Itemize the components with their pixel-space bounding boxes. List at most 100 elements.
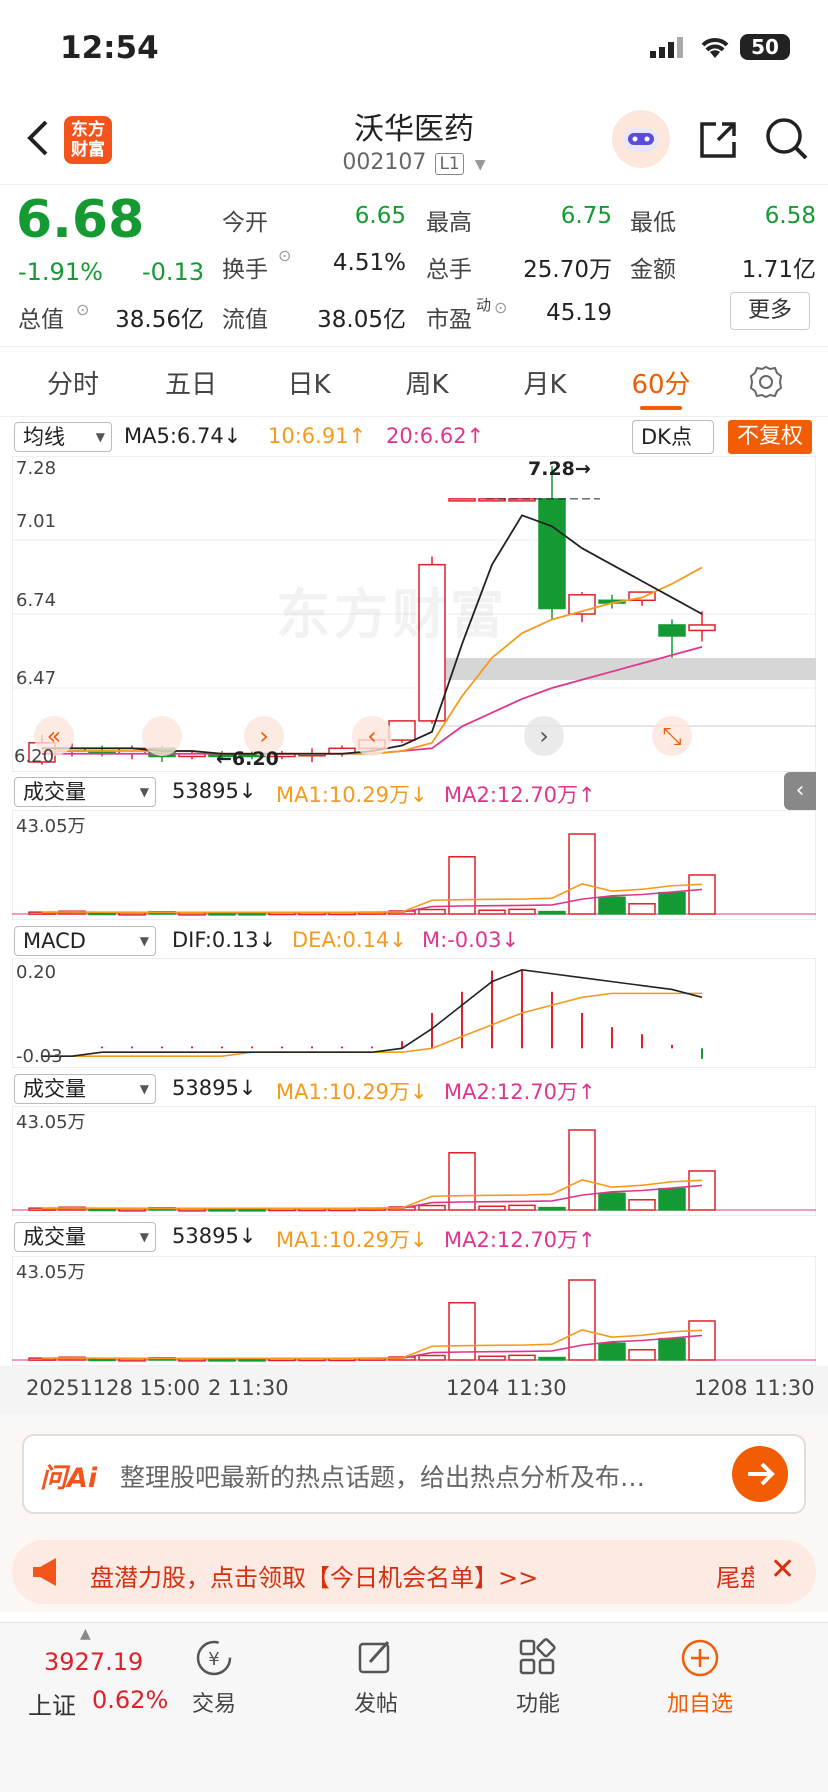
vol2-bar-15	[478, 1205, 506, 1211]
chart-nav-button-4[interactable]: ›	[524, 716, 564, 756]
vol1-bar-16	[508, 908, 536, 915]
vol2-bar-22	[688, 1170, 716, 1211]
y-tick-3: 6.47	[16, 668, 57, 689]
chart-nav-button-3[interactable]: ‹	[352, 716, 392, 756]
quote-label-1-0: 换手	[222, 257, 268, 283]
index-up-icon: ▲	[80, 1626, 91, 1642]
low-marker: ←6.20	[216, 748, 279, 770]
vol2-max: 43.05万	[16, 1112, 86, 1133]
price-zone-band	[436, 658, 816, 680]
pe-sup: 动	[476, 296, 492, 314]
vol2-bar-20	[628, 1199, 656, 1211]
macd-selector[interactable]: MACD ▼	[14, 926, 156, 956]
time-axis-0: 20251128 15:00	[26, 1376, 201, 1400]
banner-close-icon[interactable]: ✕	[770, 1552, 795, 1587]
function-icon	[516, 1636, 560, 1680]
vol2-bar-18	[568, 1129, 596, 1211]
index-change[interactable]: 0.62%	[92, 1686, 168, 1714]
y-tick-0: 7.28	[16, 458, 57, 479]
wifi-icon	[698, 34, 732, 64]
more-button[interactable]: 更多	[730, 292, 810, 330]
chart-nav-button-1[interactable]	[142, 716, 182, 756]
quote-value-0-0: 6.65	[354, 203, 406, 229]
tab-2[interactable]: 日K	[254, 364, 364, 401]
macd-top: 0.20	[16, 962, 57, 983]
volume-chart-2[interactable]	[12, 1106, 816, 1216]
tab-5[interactable]: 60分	[606, 364, 716, 401]
chart-nav-glyph-5: ⤡	[662, 722, 681, 750]
time-axis-3: 1208 11:30	[694, 1376, 815, 1400]
total-mv-label: 总值	[18, 307, 64, 333]
nav-label-2: 功能	[515, 1692, 560, 1717]
change-amount: -0.13	[142, 258, 205, 286]
settings-gear-icon[interactable]	[748, 364, 784, 404]
volume-chart-1[interactable]	[12, 810, 816, 920]
vol1-selector[interactable]: 成交量 ▼	[14, 777, 156, 807]
vol3-bar-13	[418, 1354, 446, 1361]
chart-nav-button-5[interactable]: ⤡	[652, 716, 692, 756]
ai-send-button[interactable]	[732, 1446, 788, 1502]
vol1-bar-15	[478, 909, 506, 915]
robot-assistant-icon[interactable]	[612, 110, 670, 168]
vol3-bar-16	[508, 1354, 536, 1361]
tab-4[interactable]: 月K	[490, 364, 600, 401]
index-value[interactable]: 3927.19	[44, 1648, 143, 1676]
post-icon	[354, 1636, 398, 1680]
banner-text: 盘潜力股，点击领取【今日机会名单】>>	[90, 1564, 539, 1592]
vol3-max: 43.05万	[16, 1262, 86, 1283]
nav-item-1[interactable]: 发帖	[326, 1636, 426, 1746]
vol1-bar-17	[538, 910, 566, 915]
float-mv: 38.05亿	[317, 307, 406, 333]
quote-label-0-1: 最高	[426, 210, 472, 236]
search-icon[interactable]	[764, 116, 810, 166]
quote-value-0-1: 6.75	[560, 203, 612, 229]
megaphone-icon	[30, 1556, 66, 1592]
vol1-ma1: MA1:10.29万↓	[276, 783, 428, 807]
ai-prompt: 整理股吧最新的热点话题，给出热点分析及布…	[120, 1463, 646, 1492]
ma20-value: 20:6.62↑	[386, 424, 485, 448]
dropdown-icon: ▼	[474, 157, 486, 173]
turnover-info-icon[interactable]: ⊙	[278, 246, 291, 265]
volume-chart-3[interactable]	[12, 1256, 816, 1366]
quote-label-1-1: 总手	[426, 257, 472, 283]
tab-0[interactable]: 分时	[18, 364, 128, 401]
quote-label-1-2: 金额	[630, 257, 676, 283]
dk-point-button[interactable]: DK点	[632, 420, 714, 454]
share-icon[interactable]	[696, 118, 740, 166]
vol2-selector[interactable]: 成交量 ▼	[14, 1074, 156, 1104]
vol2-bar-6	[208, 1208, 236, 1212]
quote-value-0-2: 6.58	[764, 203, 816, 229]
nav-item-0[interactable]: ¥ 交易	[164, 1636, 264, 1746]
battery-icon: 50	[740, 34, 790, 60]
vol2-value: 53895↓	[172, 1076, 257, 1100]
macd-bottom: -0.03	[16, 1046, 63, 1067]
info-icon[interactable]: ⊙	[76, 300, 89, 319]
nav-item-3[interactable]: 加自选	[650, 1636, 750, 1746]
candle-body-17	[538, 498, 566, 610]
vol3-ma2: MA2:12.70万↑	[444, 1228, 596, 1252]
macd-dea: DEA:0.14↓	[292, 928, 407, 952]
vol1-max: 43.05万	[16, 816, 86, 837]
tab-1[interactable]: 五日	[136, 364, 246, 401]
vol2-bar-16	[508, 1204, 536, 1211]
no-adjust-button[interactable]: 不复权	[728, 420, 812, 454]
collapse-panel-button[interactable]: ‹	[784, 772, 816, 810]
vol3-bar-18	[568, 1279, 596, 1361]
vol3-bar-21	[658, 1337, 686, 1361]
nav-item-2[interactable]: 功能	[488, 1636, 588, 1746]
quote-label-0-0: 今开	[222, 210, 268, 236]
macd-chart[interactable]	[12, 958, 816, 1068]
ma-selector[interactable]: 均线 ▼	[14, 422, 112, 452]
vol3-selector[interactable]: 成交量 ▼	[14, 1222, 156, 1252]
index-name[interactable]: 上证	[28, 1686, 76, 1721]
vol2-ma2: MA2:12.70万↑	[444, 1080, 596, 1104]
nav-label-3: 加自选	[666, 1692, 733, 1717]
vol3-bar-5	[178, 1358, 206, 1362]
high-marker: 7.28→	[528, 458, 591, 480]
tab-3[interactable]: 周K	[372, 364, 482, 401]
chart-nav-glyph-4: ›	[539, 722, 549, 750]
tab-active-underline	[640, 406, 682, 410]
vol2-bar-19	[598, 1192, 626, 1211]
vol2-bar-13	[418, 1204, 446, 1211]
time-axis-2: 1204 11:30	[446, 1376, 567, 1400]
